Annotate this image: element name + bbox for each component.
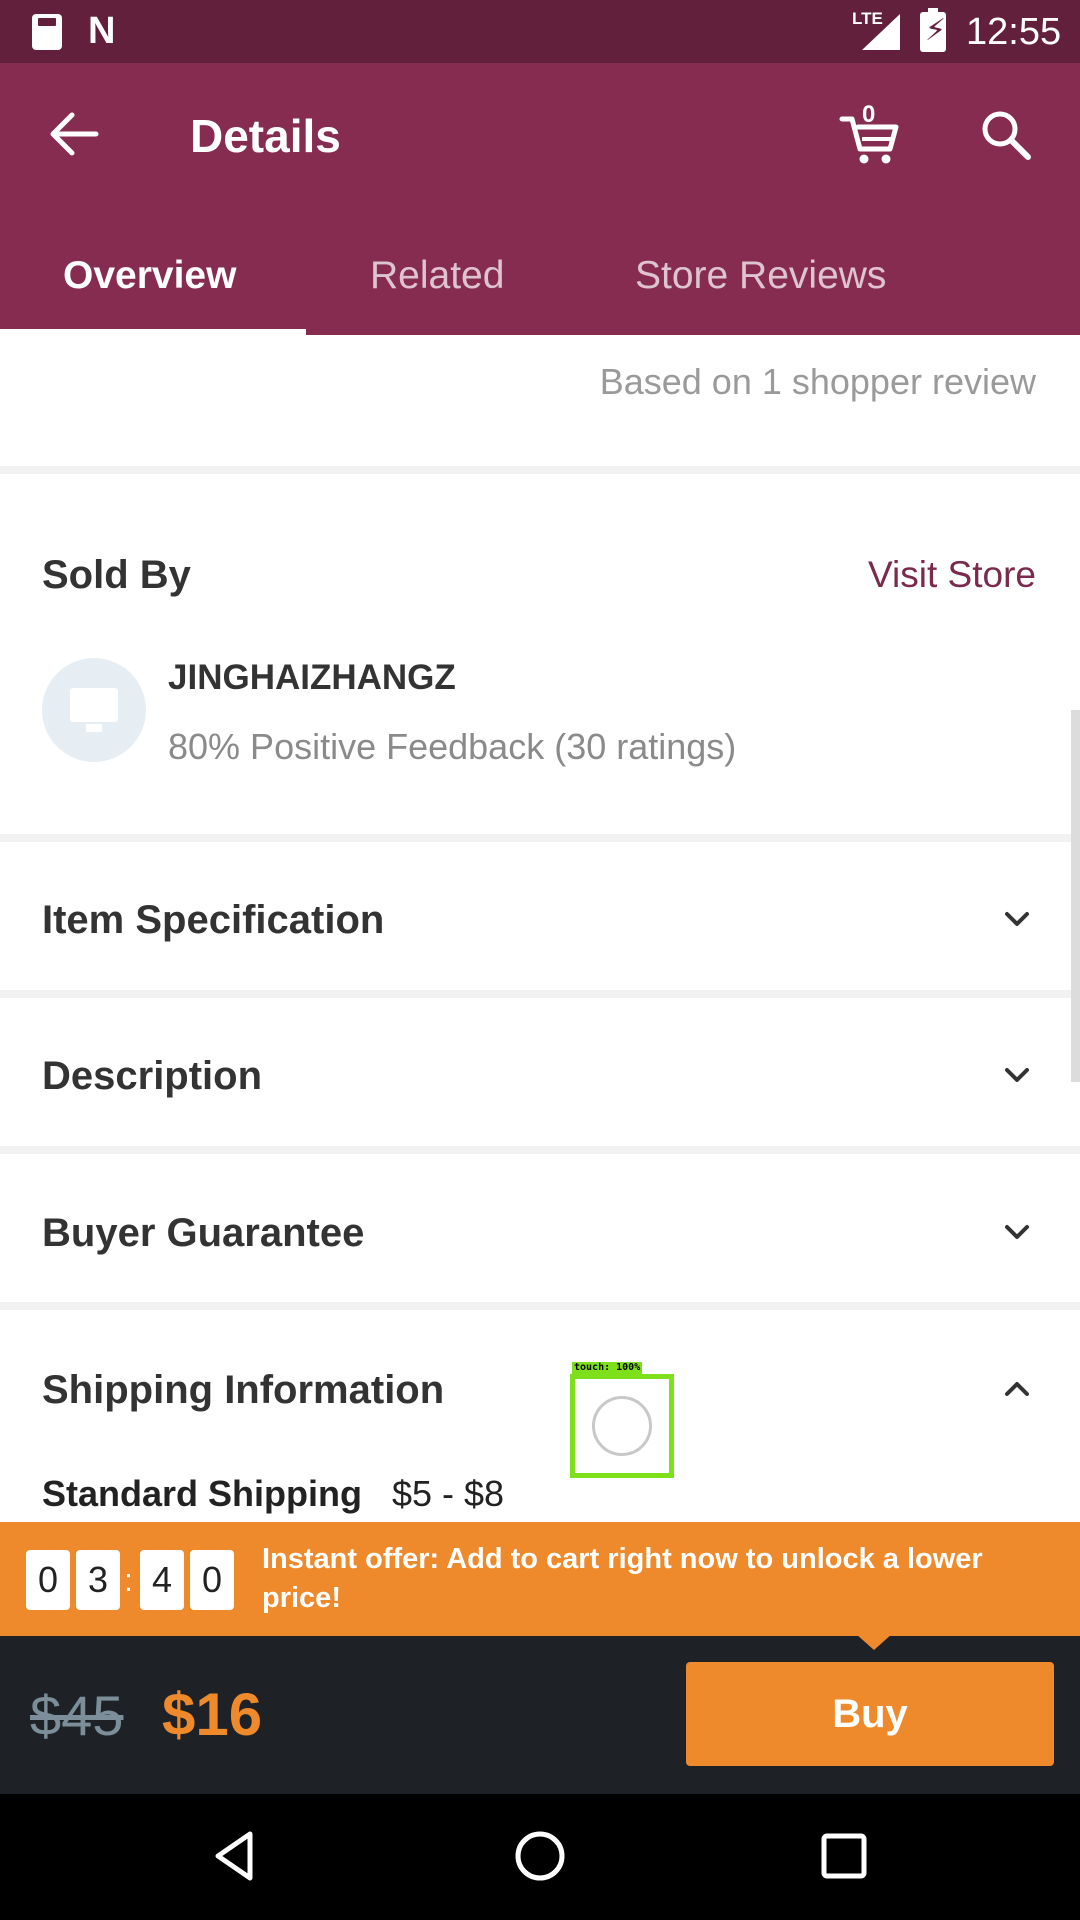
chevron-down-icon xyxy=(1005,1068,1029,1082)
n-notification-icon: N xyxy=(88,10,116,52)
touch-indicator-label: touch: 100% xyxy=(572,1362,643,1374)
buy-bar: $45 $16 Buy xyxy=(0,1636,1080,1794)
item-specification-row[interactable]: Item Specification xyxy=(0,866,1080,976)
sold-by-heading: Sold By xyxy=(42,553,191,597)
touch-point-icon xyxy=(592,1396,652,1456)
nav-recents-icon[interactable] xyxy=(814,1826,874,1886)
offer-text: Instant offer: Add to cart right now to … xyxy=(262,1543,983,1614)
clock: 12:55 xyxy=(966,11,1062,53)
visit-store-link[interactable]: Visit Store xyxy=(868,552,1036,598)
store-icon xyxy=(70,688,118,722)
back-arrow-icon[interactable] xyxy=(46,109,102,159)
offer-pointer-arrow xyxy=(856,1634,892,1650)
system-nav-bar xyxy=(0,1794,1080,1920)
buyer-guarantee-label: Buyer Guarantee xyxy=(42,1211,365,1255)
nav-home-icon[interactable] xyxy=(510,1826,570,1886)
timer-digit: 0 xyxy=(26,1550,70,1610)
network-type: LTE xyxy=(852,9,883,28)
store-avatar[interactable] xyxy=(42,658,146,762)
timer-digit: 4 xyxy=(140,1550,184,1610)
item-specification-label: Item Specification xyxy=(42,898,385,942)
timer-separator: : xyxy=(124,1562,133,1598)
tab-indicator xyxy=(0,329,306,335)
shipping-information-row[interactable]: Shipping Information xyxy=(0,1336,1080,1446)
timer-digit: 3 xyxy=(76,1550,120,1610)
chevron-down-icon xyxy=(1005,1225,1029,1239)
instant-offer-banner[interactable]: 0 3 : 4 0 Instant offer: Add to cart rig… xyxy=(0,1522,1080,1636)
charging-bolt-icon: ⚡ xyxy=(925,14,947,47)
cart-count-badge: 0 xyxy=(862,101,876,128)
shipping-price: $5 - $8 xyxy=(392,1473,505,1514)
buyer-guarantee-row[interactable]: Buyer Guarantee xyxy=(0,1179,1080,1289)
store-feedback: 80% Positive Feedback (30 ratings) xyxy=(168,726,737,767)
sd-card-icon xyxy=(32,14,62,50)
scrollbar[interactable] xyxy=(1071,710,1080,1082)
tab-related[interactable]: Related xyxy=(370,253,504,299)
divider xyxy=(0,1146,1080,1154)
sale-price: $16 xyxy=(162,1681,263,1748)
store-icon-stand xyxy=(86,724,102,732)
timer-digit: 0 xyxy=(190,1550,234,1610)
description-label: Description xyxy=(42,1054,263,1098)
shipping-information-label: Shipping Information xyxy=(42,1368,445,1412)
description-row[interactable]: Description xyxy=(0,1022,1080,1132)
buy-button[interactable]: Buy xyxy=(686,1662,1054,1766)
nav-back-icon[interactable] xyxy=(206,1826,266,1886)
status-bar: N LTE ⚡ 12:55 xyxy=(0,0,1080,63)
page-title: Details xyxy=(190,110,341,162)
divider xyxy=(0,834,1080,842)
review-summary: Based on 1 shopper review xyxy=(599,361,1036,402)
divider xyxy=(0,1302,1080,1310)
store-name[interactable]: JINGHAIZHANGZ xyxy=(168,656,456,700)
tab-store-reviews[interactable]: Store Reviews xyxy=(635,253,886,299)
divider xyxy=(0,466,1080,474)
search-icon[interactable] xyxy=(978,107,1034,163)
chevron-up-icon xyxy=(1005,1382,1029,1396)
tab-overview[interactable]: Overview xyxy=(63,253,236,299)
original-price: $45 xyxy=(30,1684,124,1747)
chevron-down-icon xyxy=(1005,912,1029,926)
divider xyxy=(0,990,1080,998)
app-bar: Details 0 Overview Related Store Reviews xyxy=(0,63,1080,335)
shipping-method: Standard Shipping xyxy=(42,1473,362,1514)
